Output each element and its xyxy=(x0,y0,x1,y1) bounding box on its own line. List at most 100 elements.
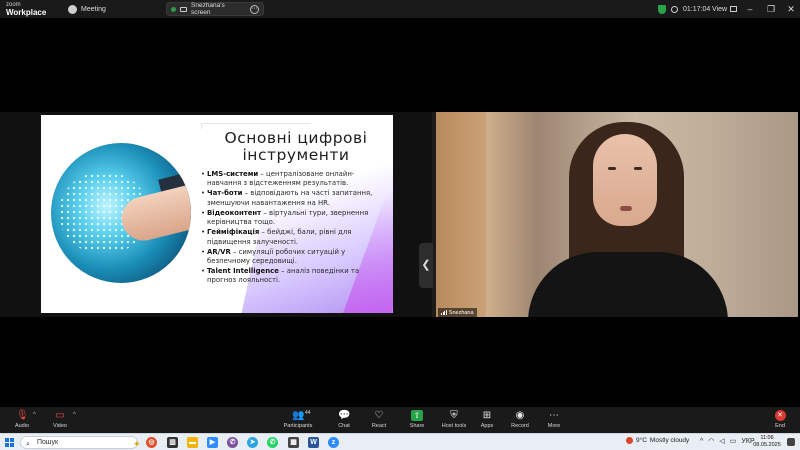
video-label: Video xyxy=(53,423,67,429)
participant-video[interactable] xyxy=(436,112,798,317)
zoom-workplace-icon[interactable]: z xyxy=(328,437,339,448)
windows-start-icon[interactable] xyxy=(5,438,14,447)
list-item: Гейміфікація – бейджі, бали, рівні для п… xyxy=(201,228,373,247)
bullet-term: Відеоконтент xyxy=(207,208,262,217)
handshake-image xyxy=(51,143,191,283)
paw-icon xyxy=(68,4,77,14)
file-explorer-icon[interactable]: ▬ xyxy=(187,437,198,448)
search-placeholder: Пошук xyxy=(37,439,59,446)
tray-chevron-icon[interactable]: ^ xyxy=(700,438,703,445)
end-button[interactable]: ✕ End xyxy=(766,410,794,429)
security-timer: 01:17:04 xyxy=(658,3,710,15)
apps-label: Apps xyxy=(480,423,494,429)
screen-icon xyxy=(180,6,187,12)
restore-button[interactable]: ❐ xyxy=(766,3,776,15)
meeting-label: Meeting xyxy=(81,5,106,13)
bullet-term: Гейміфікація xyxy=(207,228,260,237)
bullet-term: Чат-боти xyxy=(207,189,243,198)
bullet-term: LMS-системи xyxy=(207,170,259,178)
chrome-icon[interactable]: ◎ xyxy=(146,437,157,448)
grid-icon xyxy=(730,6,738,12)
record-icon: ◉ xyxy=(515,410,525,421)
audio-caret-icon[interactable]: ^ xyxy=(33,412,36,418)
host-tools-label: Host tools xyxy=(441,423,467,429)
close-button[interactable]: ✕ xyxy=(786,3,796,15)
taskbar-search[interactable]: ⌕ Пошук ✦ xyxy=(20,436,141,449)
participant-eye-left xyxy=(608,167,616,170)
participants-icon: 👥 xyxy=(292,410,305,421)
share-screen-icon: ⇧ xyxy=(411,410,423,421)
collapse-panel-button[interactable]: ❮ xyxy=(419,243,433,288)
participants-button[interactable]: 👥 Participants 44 xyxy=(276,410,320,429)
weather-icon xyxy=(626,437,633,444)
minimize-button[interactable]: – xyxy=(745,3,755,15)
view-button[interactable]: View xyxy=(712,3,738,15)
weather-widget[interactable]: 9°C Mostly cloudy xyxy=(626,437,689,444)
participants-label: Participants xyxy=(283,423,313,429)
windows-taskbar: ⌕ Пошук ✦ ◎ ▥ ▬ ▶ ✆ ➤ ✆ ▦ W z 9°C Mostly… xyxy=(0,433,800,450)
app-grid-icon[interactable]: ▦ xyxy=(288,437,299,448)
participant-body xyxy=(528,252,728,317)
video-button[interactable]: ▭ Video ^ xyxy=(38,410,82,429)
system-tray: ^ ◠ ◁ ▭ УКР xyxy=(700,437,755,446)
word-icon[interactable]: W xyxy=(308,437,319,448)
slide-title: Основні цифрові інструменти xyxy=(224,129,368,164)
recording-icon xyxy=(671,5,678,13)
meeting-controls: 🎙 Audio ^ ▭ Video ^ 👥 Participants 44 💬 … xyxy=(0,407,800,433)
clock-date: 08.05.2025 xyxy=(753,442,781,448)
end-call-icon: ✕ xyxy=(774,410,786,421)
list-item: LMS-системи – централізоване онлайн-навч… xyxy=(201,170,373,189)
more-icon: ⋯ xyxy=(549,410,559,421)
wifi-icon[interactable]: ◠ xyxy=(708,437,714,445)
bullet-term: AR/VR xyxy=(207,247,231,256)
taskbar-clock[interactable]: 11:06 08.05.2025 xyxy=(752,435,782,449)
chat-label: Chat xyxy=(338,423,350,429)
background-door xyxy=(436,112,486,317)
apps-icon: ⊞ xyxy=(482,410,492,421)
clock-time: 11:06 xyxy=(760,435,774,441)
zoom-app-icon[interactable]: ▶ xyxy=(207,437,218,448)
viber-icon[interactable]: ✆ xyxy=(227,437,238,448)
more-options-icon[interactable]: ⋯ xyxy=(250,4,259,14)
volume-icon[interactable]: ◁ xyxy=(719,437,724,445)
list-item: Чат-боти – відповідають на часті запитан… xyxy=(201,189,373,208)
whatsapp-icon[interactable]: ✆ xyxy=(267,437,278,448)
copilot-sparkle-icon: ✦ xyxy=(133,439,141,449)
more-button[interactable]: ⋯ More xyxy=(532,410,576,429)
presentation-slide: Основні цифрові інструменти LMS-системи … xyxy=(41,115,393,313)
participant-face xyxy=(593,134,657,226)
participant-mouth xyxy=(620,206,632,211)
react-label: React xyxy=(371,423,387,429)
end-label: End xyxy=(775,423,785,429)
share-label: Snezhana's screen xyxy=(191,2,225,16)
shield-icon xyxy=(658,4,666,14)
heart-icon: ♡ xyxy=(374,410,384,421)
slide-bullet-list: LMS-системи – централізоване онлайн-навч… xyxy=(201,170,373,286)
mic-muted-icon: 🎙 xyxy=(16,410,29,421)
notification-icon[interactable] xyxy=(787,438,795,446)
chat-icon: 💬 xyxy=(338,410,351,421)
sharing-status-icon xyxy=(171,6,176,12)
task-view-icon[interactable]: ▥ xyxy=(167,437,178,448)
video-caret-icon[interactable]: ^ xyxy=(73,412,76,418)
battery-icon[interactable]: ▭ xyxy=(730,437,737,445)
zoom-logo: zoom Workplace xyxy=(6,1,46,17)
top-bar: zoom Workplace Meeting Snezhana's screen… xyxy=(0,0,800,18)
list-item: Відеоконтент – віртуальні тури, зверненн… xyxy=(201,209,373,228)
meeting-info-button[interactable]: Meeting xyxy=(68,3,106,15)
share-label-btn: Share xyxy=(409,423,425,429)
list-item: Talent Intelligence – аналіз поведінки т… xyxy=(201,267,373,286)
video-off-icon: ▭ xyxy=(55,410,65,421)
signal-bars-icon xyxy=(441,310,447,315)
participant-name-tag: Snezhana xyxy=(438,308,477,317)
participants-count: 44 xyxy=(305,410,311,416)
brand-line2: Workplace xyxy=(6,8,47,17)
screen-share-indicator[interactable]: Snezhana's screen ⋯ xyxy=(166,2,264,16)
more-label: More xyxy=(547,423,561,429)
telegram-icon[interactable]: ➤ xyxy=(247,437,258,448)
shared-screen: Основні цифрові інструменти LMS-системи … xyxy=(0,112,432,317)
shield-tools-icon: ⛨ xyxy=(450,410,458,421)
participant-name: Snezhana xyxy=(448,309,474,316)
meeting-timer: 01:17:04 xyxy=(683,5,711,13)
audio-label: Audio xyxy=(14,423,30,429)
